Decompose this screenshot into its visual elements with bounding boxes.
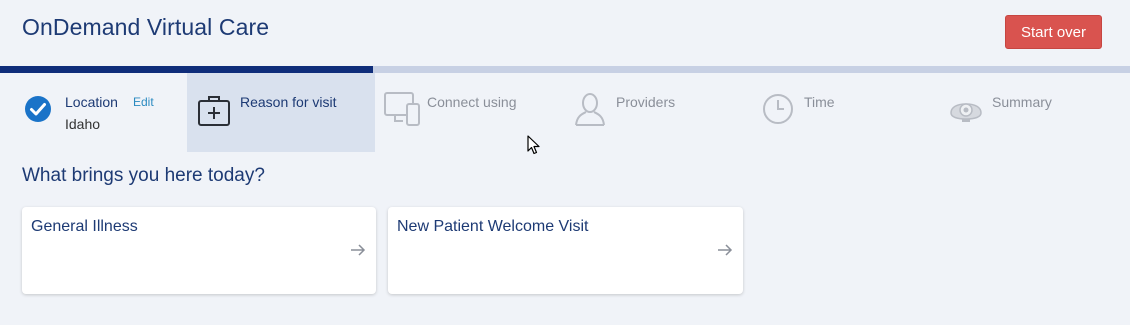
start-over-button[interactable]: Start over	[1005, 15, 1102, 49]
step-providers-label: Providers	[616, 94, 676, 110]
step-location-label: Location	[65, 94, 118, 110]
person-icon	[573, 92, 607, 133]
step-summary-label: Summary	[992, 94, 1052, 110]
step-navigation: Location Edit Idaho Reason for visit Con…	[0, 73, 1130, 152]
first-aid-kit-icon	[197, 93, 231, 132]
step-reason-for-visit[interactable]: Reason for visit	[187, 73, 375, 152]
step-location-value: Idaho	[65, 116, 101, 132]
devices-icon	[383, 90, 421, 133]
option-card-general-illness[interactable]: General Illness	[22, 207, 376, 294]
option-card-title: New Patient Welcome Visit	[397, 218, 589, 235]
progress-bar-fill	[0, 66, 373, 73]
check-circle-icon	[24, 95, 52, 128]
step-time-label: Time	[804, 94, 835, 110]
mouse-cursor-icon	[527, 135, 541, 160]
app-header: OnDemand Virtual Care Start over	[0, 0, 1130, 66]
step-time: Time	[751, 73, 939, 152]
clock-icon	[762, 93, 794, 130]
step-reason-label: Reason for visit	[240, 94, 337, 110]
question-heading: What brings you here today?	[22, 165, 265, 186]
step-location: Location Edit Idaho	[0, 73, 187, 152]
step-providers: Providers	[563, 73, 751, 152]
step-summary: Summary	[939, 73, 1130, 152]
option-card-new-patient-welcome-visit[interactable]: New Patient Welcome Visit	[388, 207, 743, 294]
progress-bar	[0, 66, 1130, 73]
arrow-right-icon	[717, 243, 733, 262]
option-card-title: General Illness	[31, 218, 138, 235]
app-title: OnDemand Virtual Care	[22, 14, 270, 40]
webcam-icon	[948, 95, 984, 128]
edit-location-link[interactable]: Edit	[133, 95, 154, 109]
arrow-right-icon	[350, 243, 366, 262]
step-connect-label: Connect using	[427, 94, 517, 110]
